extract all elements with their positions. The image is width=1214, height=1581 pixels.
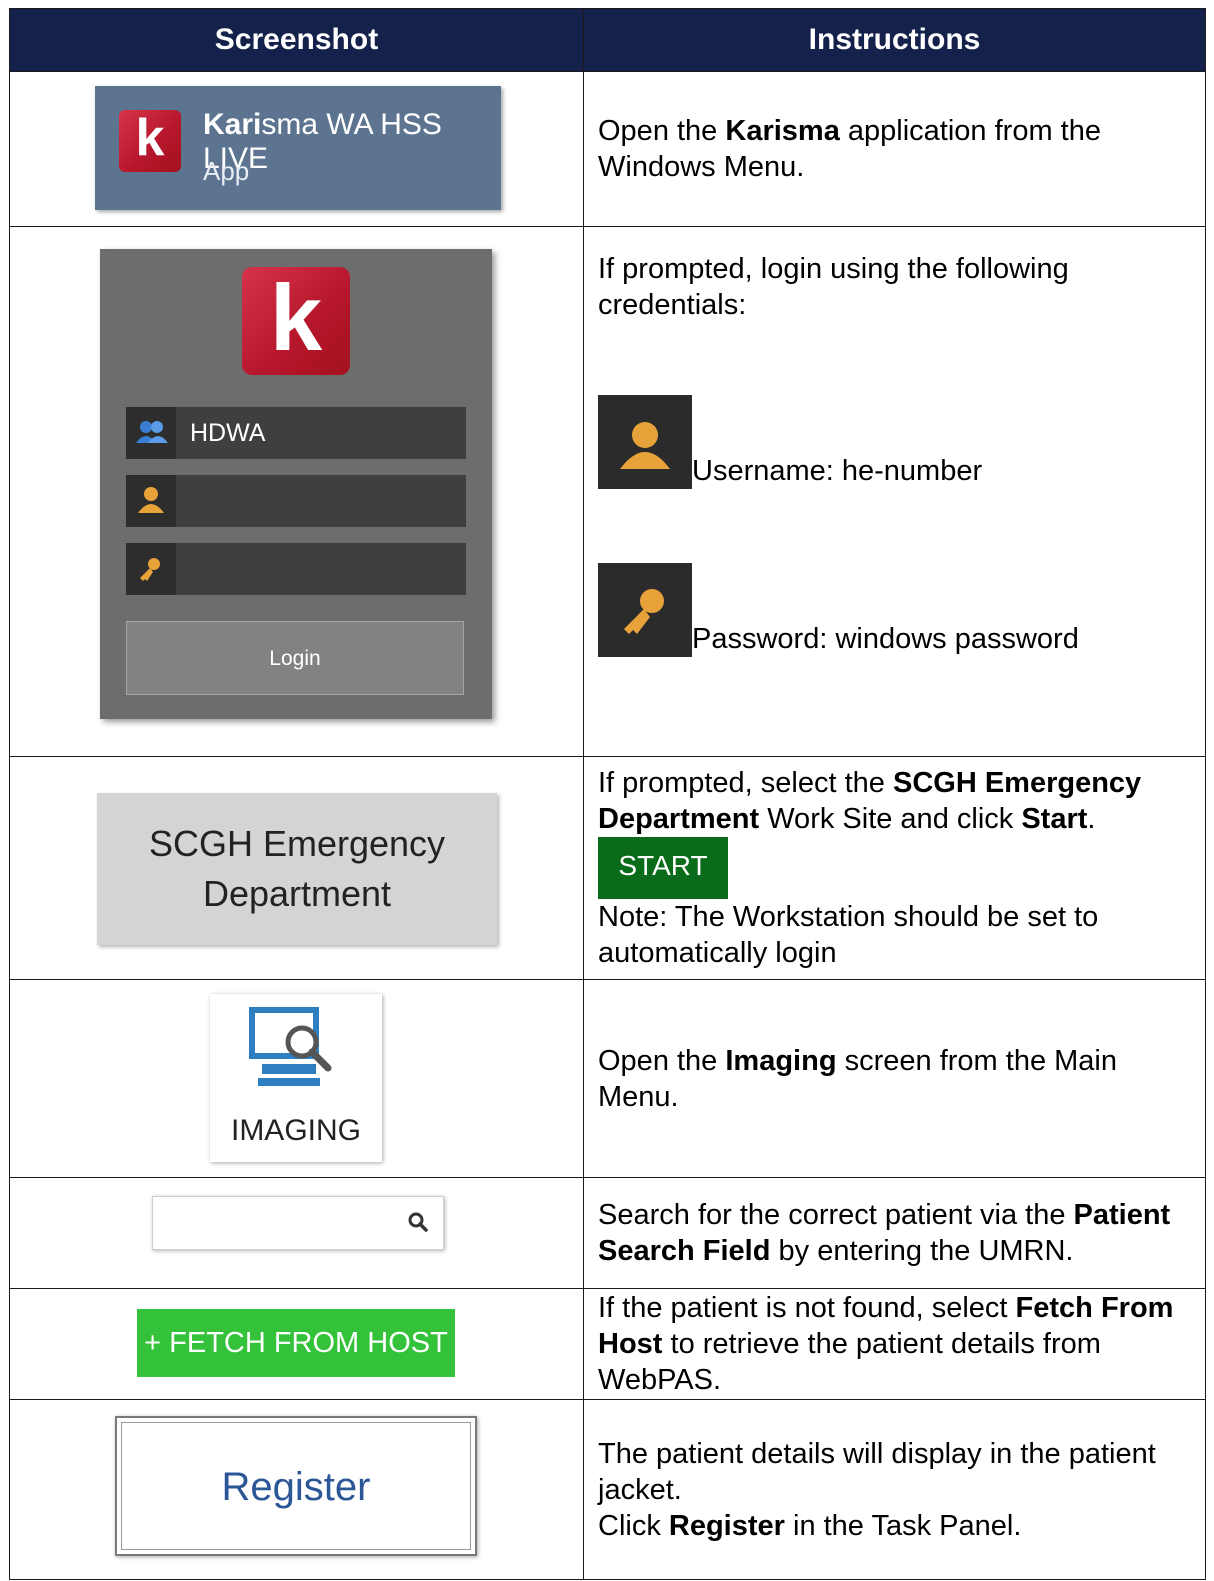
- imaging-label: IMAGING: [230, 1114, 361, 1147]
- karisma-logo-icon: k: [242, 267, 350, 375]
- table-row: SCGH Emergency Department If prompted, s…: [9, 756, 1206, 980]
- worksite-note: Note: The Workstation should be set to a…: [598, 901, 1099, 969]
- table-row: + FETCH FROM HOST If the patient is not …: [9, 1288, 1206, 1400]
- instruction-table: Screenshot Instructions k Karisma WA HSS…: [9, 8, 1206, 1580]
- table-row: k HDWA Login If prompted, login using th…: [9, 226, 1206, 757]
- register-click-text: Click Register in the Task Panel.: [598, 1509, 1022, 1542]
- screenshot-cell: SCGH Emergency Department: [9, 756, 584, 980]
- screenshot-cell: [9, 1177, 584, 1289]
- register-label: Register: [121, 1422, 471, 1550]
- app-subtitle: App: [203, 156, 250, 186]
- screenshot-cell: k HDWA Login: [9, 226, 584, 757]
- user-icon: [126, 475, 176, 527]
- table-row: Register The patient details will displa…: [9, 1399, 1206, 1580]
- user-icon: [598, 395, 692, 489]
- worksite-line2: Department: [202, 873, 392, 914]
- karisma-app-tile[interactable]: k Karisma WA HSS LIVE App: [95, 86, 501, 210]
- key-icon: [598, 563, 692, 657]
- screenshot-cell: + FETCH FROM HOST: [9, 1288, 584, 1400]
- header-screenshot: Screenshot: [9, 8, 584, 72]
- instruction-cell: The patient details will display in the …: [583, 1399, 1206, 1580]
- instruction-cell: If prompted, select the SCGH Emergency D…: [583, 756, 1206, 980]
- site-field-value: HDWA: [190, 419, 266, 447]
- search-icon: [408, 1212, 428, 1232]
- instruction-cell: If prompted, login using the following c…: [583, 226, 1206, 757]
- site-field[interactable]: HDWA: [126, 407, 466, 459]
- header-instructions: Instructions: [583, 8, 1206, 72]
- imaging-tile[interactable]: IMAGING: [210, 994, 382, 1162]
- screenshot-cell: Register: [9, 1399, 584, 1580]
- table-row: Search for the correct patient via the P…: [9, 1177, 1206, 1289]
- worksite-tile[interactable]: SCGH Emergency Department: [97, 793, 497, 945]
- patient-search-input[interactable]: [152, 1196, 444, 1250]
- screenshot-cell: IMAGING: [9, 979, 584, 1178]
- password-line: Password: windows password: [598, 563, 1195, 657]
- fetch-from-host-button[interactable]: + FETCH FROM HOST: [137, 1309, 455, 1377]
- instruction-cell: Open the Karisma application from the Wi…: [583, 71, 1206, 227]
- register-button[interactable]: Register: [115, 1416, 477, 1556]
- screenshot-cell: k Karisma WA HSS LIVE App: [9, 71, 584, 227]
- table-header-row: Screenshot Instructions: [9, 8, 1206, 72]
- start-button[interactable]: START: [598, 837, 728, 899]
- password-field[interactable]: [126, 543, 466, 595]
- worksite-line1: SCGH Emergency: [148, 823, 446, 864]
- worksite-text: If prompted, select the SCGH Emergency D…: [598, 767, 1142, 835]
- instruction-cell: Open the Imaging screen from the Main Me…: [583, 979, 1206, 1178]
- instruction-cell: If the patient is not found, select Fetc…: [583, 1288, 1206, 1400]
- group-icon: [126, 407, 176, 459]
- karisma-logo-icon: k: [119, 110, 181, 172]
- key-icon: [126, 543, 176, 595]
- login-panel: k HDWA Login: [100, 249, 492, 719]
- table-row: k Karisma WA HSS LIVE App Open the Karis…: [9, 71, 1206, 227]
- username-line: Username: he-number: [598, 395, 1195, 489]
- table-row: IMAGING Open the Imaging screen from the…: [9, 979, 1206, 1178]
- imaging-monitor-icon: [249, 1007, 332, 1086]
- instruction-cell: Search for the correct patient via the P…: [583, 1177, 1206, 1289]
- login-intro: If prompted, login using the following c…: [598, 253, 1069, 321]
- username-field[interactable]: [126, 475, 466, 527]
- register-text: The patient details will display in the …: [598, 1437, 1156, 1506]
- login-button[interactable]: Login: [126, 621, 464, 695]
